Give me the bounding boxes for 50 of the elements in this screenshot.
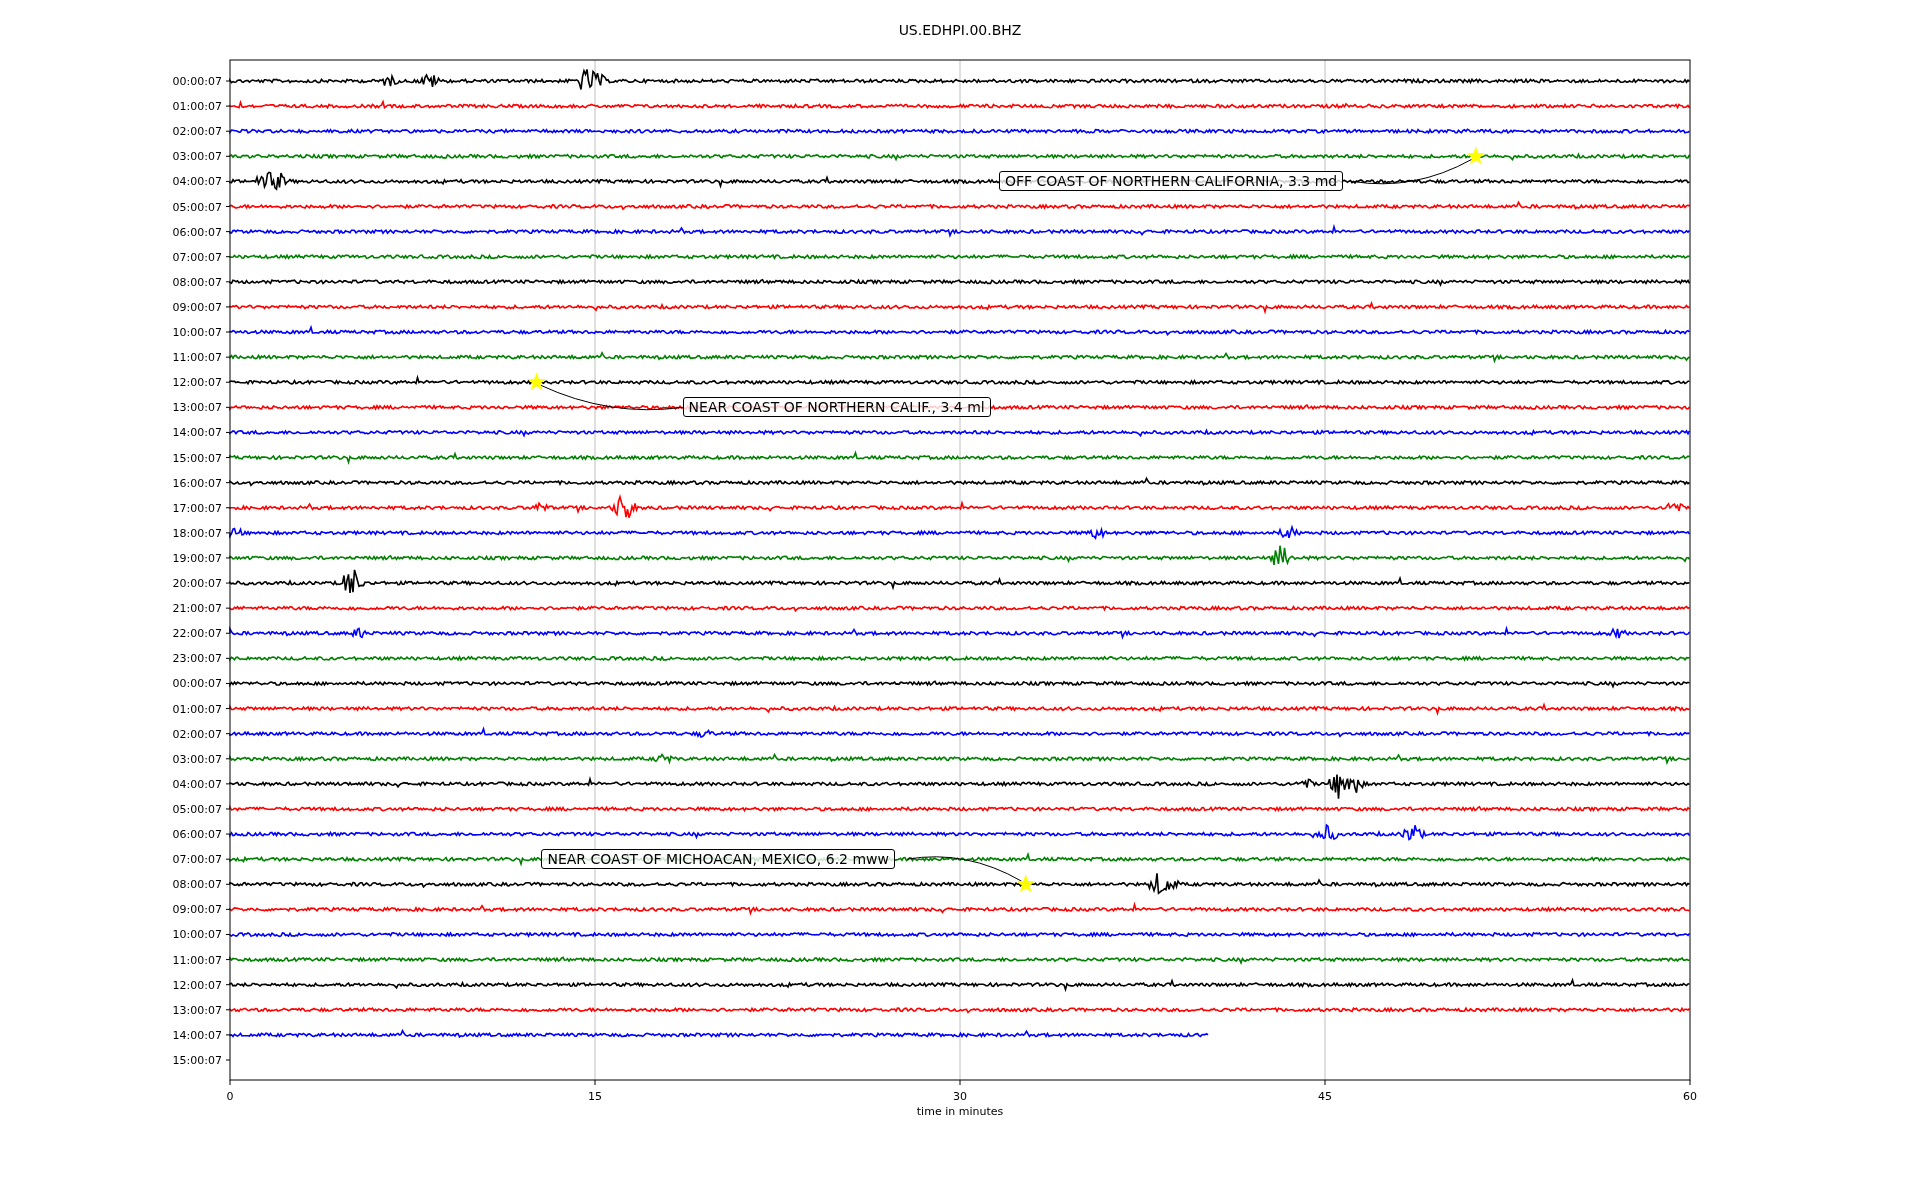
time-label: 06:00:07 — [172, 225, 222, 239]
time-label: 00:00:07 — [172, 677, 222, 691]
time-label: 12:00:07 — [172, 978, 222, 992]
time-label: 06:00:07 — [172, 828, 222, 842]
time-label: 14:00:07 — [172, 426, 222, 440]
event-label: OFF COAST OF NORTHERN CALIFORNIA, 3.3 md — [998, 171, 1344, 192]
time-label: 10:00:07 — [172, 928, 222, 942]
time-label: 18:00:07 — [172, 526, 222, 540]
time-label: 21:00:07 — [172, 602, 222, 616]
time-label: 07:00:07 — [172, 853, 222, 867]
time-label: 04:00:07 — [172, 175, 222, 189]
time-label: 11:00:07 — [172, 953, 222, 967]
event-label: NEAR COAST OF NORTHERN CALIF., 3.4 ml — [682, 397, 991, 418]
time-label: 03:00:07 — [172, 150, 222, 164]
event-label: NEAR COAST OF MICHOACAN, MEXICO, 6.2 mww — [541, 849, 895, 870]
time-label: 13:00:07 — [172, 401, 222, 415]
time-label: 15:00:07 — [172, 451, 222, 465]
time-label: 05:00:07 — [172, 802, 222, 816]
time-label: 15:00:07 — [172, 1054, 222, 1067]
tick-label: 30 — [953, 1090, 967, 1103]
time-label: 02:00:07 — [172, 727, 222, 741]
time-label: 02:00:07 — [172, 125, 222, 139]
time-label: 08:00:07 — [172, 878, 222, 892]
axis-label: time in minutes — [916, 1105, 1004, 1118]
time-label: 10:00:07 — [172, 326, 222, 340]
time-label: 20:00:07 — [172, 577, 222, 591]
tick-label: 0 — [226, 1090, 234, 1103]
time-label: 19:00:07 — [172, 551, 222, 565]
time-label: 09:00:07 — [172, 903, 222, 917]
tick-label: 60 — [1683, 1090, 1697, 1103]
time-label: 16:00:07 — [172, 476, 222, 490]
time-label: 01:00:07 — [172, 100, 222, 114]
time-label: 04:00:07 — [172, 777, 222, 791]
time-label: 01:00:07 — [172, 702, 222, 716]
time-label: 22:00:07 — [172, 627, 222, 641]
time-label: 13:00:07 — [172, 1003, 222, 1017]
time-label: 23:00:07 — [172, 652, 222, 666]
time-label: 08:00:07 — [172, 275, 222, 289]
time-label: 17:00:07 — [172, 501, 222, 515]
plot-title: US.EDHPI.00.BHZ — [898, 22, 1022, 38]
tick-label: 15 — [588, 1090, 602, 1103]
time-label: 09:00:07 — [172, 300, 222, 314]
time-label: 14:00:07 — [172, 1028, 222, 1042]
time-label: 05:00:07 — [172, 200, 222, 214]
time-label: 12:00:07 — [172, 376, 222, 390]
time-label: 07:00:07 — [172, 250, 222, 264]
tick-label: 45 — [1318, 1090, 1332, 1103]
time-label: 11:00:07 — [172, 351, 222, 365]
time-label: 00:00:07 — [172, 75, 222, 88]
time-label: 03:00:07 — [172, 752, 222, 766]
